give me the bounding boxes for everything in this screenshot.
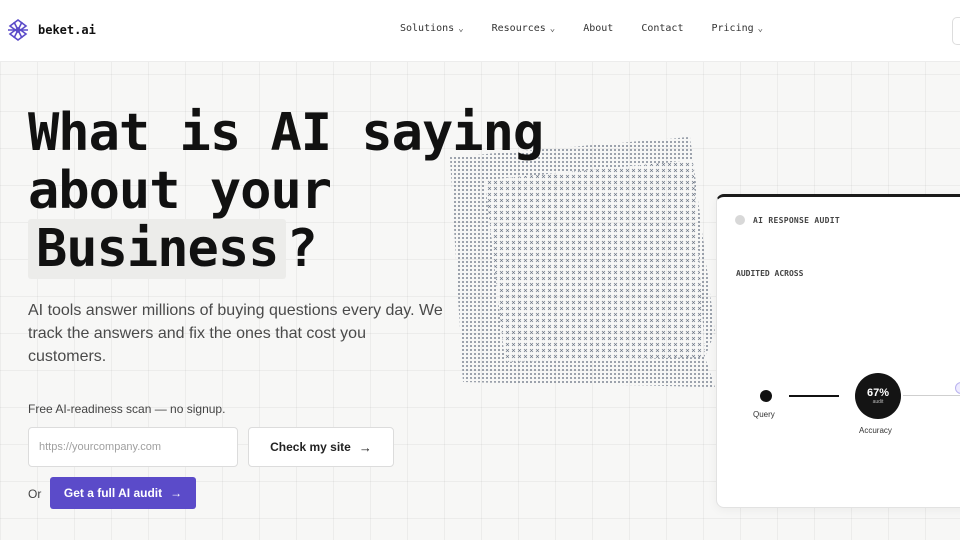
check-my-site-button[interactable]: Check my site → [248, 427, 394, 467]
get-full-audit-button[interactable]: Get a full AI audit → [50, 477, 196, 509]
scan-note: Free AI-readiness scan — no signup. [28, 402, 226, 416]
accuracy-label: Accuracy [859, 426, 892, 435]
nav-item-label: Pricing [711, 23, 754, 34]
nav-item-label: Resources [491, 23, 546, 34]
hero-headline: What is AI saying about your Business? [28, 103, 544, 279]
top-navigation: beket.ai Solutions ⌄ Resources ⌄ About C… [0, 0, 960, 62]
status-dot-icon [735, 215, 745, 225]
nav-item-resources[interactable]: Resources ⌄ [492, 23, 556, 34]
pipeline-connector [903, 395, 960, 396]
nav-item-contact[interactable]: Contact [641, 23, 683, 34]
nav-item-solutions[interactable]: Solutions ⌄ [400, 23, 464, 34]
audited-across-label: AUDITED ACROSS [736, 269, 804, 278]
ai-response-audit-card: AI RESPONSE AUDIT AUDITED ACROSS Query 6… [716, 194, 960, 508]
card-title: AI RESPONSE AUDIT [753, 215, 840, 225]
headline-line-1: What is AI saying [28, 103, 544, 163]
hero-subtext: AI tools answer millions of buying quest… [28, 302, 443, 365]
headline-line-2: about your [28, 161, 332, 221]
audit-button-label: Get a full AI audit [63, 486, 163, 500]
accuracy-sub: audit [872, 398, 884, 405]
or-label: Or [28, 487, 42, 501]
accuracy-badge: 67% audit [855, 373, 901, 419]
next-node [955, 382, 960, 394]
brand-name: beket.ai [38, 23, 96, 37]
query-node [760, 390, 772, 402]
chevron-down-icon: ⌄ [757, 23, 764, 34]
headline-highlight: Business [28, 219, 287, 279]
check-button-label: Check my site [270, 440, 351, 454]
card-header: AI RESPONSE AUDIT [735, 215, 840, 225]
nav-cta-button[interactable] [952, 17, 960, 45]
nav-item-label: Contact [641, 23, 684, 34]
nav-item-label: About [583, 23, 614, 34]
nav-item-about[interactable]: About [583, 23, 613, 34]
headline-suffix: ? [286, 219, 317, 279]
nav-item-pricing[interactable]: Pricing ⌄ [711, 23, 763, 34]
headline-line-3: Business? [28, 219, 543, 279]
pipeline-connector [789, 395, 839, 397]
arrow-right-icon: → [170, 486, 183, 500]
nav-item-label: Solutions [400, 23, 455, 34]
chevron-down-icon: ⌄ [549, 23, 556, 34]
audit-pipeline: Query 67% audit Accuracy [717, 367, 960, 447]
chevron-down-icon: ⌄ [458, 23, 464, 34]
query-label: Query [753, 410, 775, 419]
website-url-input[interactable] [28, 427, 238, 467]
accuracy-percent: 67% [866, 386, 890, 399]
nav-links: Solutions ⌄ Resources ⌄ About Contact Pr… [400, 23, 763, 34]
knot-logo-icon [8, 19, 28, 41]
brand-logo[interactable]: beket.ai [6, 18, 96, 42]
arrow-right-icon: → [358, 439, 372, 455]
